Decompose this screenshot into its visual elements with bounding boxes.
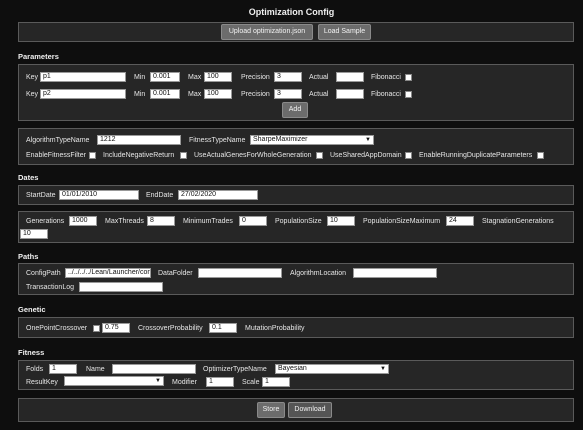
enable-running-duplicate-label: EnableRunningDuplicateParameters xyxy=(419,152,533,159)
optimizer-type-label: OptimizerTypeName xyxy=(203,366,267,373)
transaction-log-label: TransactionLog xyxy=(26,284,74,291)
max-threads-label: MaxThreads xyxy=(105,218,144,225)
use-shared-app-domain-label: UseSharedAppDomain xyxy=(330,152,402,159)
data-folder-label: DataFolder xyxy=(158,270,193,277)
key-label: Key xyxy=(26,91,39,98)
param-precision-input[interactable]: 3 xyxy=(274,72,302,82)
precision-label: Precision xyxy=(241,91,270,98)
start-date-label: StartDate xyxy=(26,192,56,199)
fitness-heading: Fitness xyxy=(18,348,45,357)
max-label: Max xyxy=(188,91,202,98)
param-max-input[interactable]: 100 xyxy=(204,72,232,82)
transaction-log-input[interactable] xyxy=(79,282,163,292)
algorithm-type-label: AlgorithmTypeName xyxy=(26,137,90,144)
fitness-type-value: SharpeMaximizer xyxy=(253,136,308,143)
folds-label: Folds xyxy=(26,366,44,373)
min-label: Min xyxy=(134,91,146,98)
scale-input[interactable]: 1 xyxy=(262,377,290,387)
download-button[interactable]: Download xyxy=(288,402,332,418)
mutation-probability-label: MutationProbability xyxy=(245,325,305,332)
end-date-label: EndDate xyxy=(146,192,174,199)
one-point-crossover-checkbox[interactable] xyxy=(93,325,100,332)
generations-input[interactable]: 1000 xyxy=(69,216,97,226)
population-size-label: PopulationSize xyxy=(275,218,322,225)
max-threads-input[interactable]: 8 xyxy=(147,216,175,226)
key-label: Key xyxy=(26,74,39,81)
use-actual-genes-checkbox[interactable] xyxy=(316,152,323,159)
end-date-input[interactable]: 27/02/2020 xyxy=(178,190,258,200)
data-folder-input[interactable] xyxy=(198,268,282,278)
paths-heading: Paths xyxy=(18,252,39,261)
generation-panel xyxy=(18,211,574,243)
param-precision-input[interactable]: 3 xyxy=(274,89,302,99)
minimum-trades-input[interactable]: 0 xyxy=(239,216,267,226)
actual-label: Actual xyxy=(309,91,329,98)
genetic-heading: Genetic xyxy=(18,305,46,314)
dates-heading: Dates xyxy=(18,173,39,182)
scale-label: Scale xyxy=(242,379,260,386)
actual-label: Actual xyxy=(309,74,329,81)
optimizer-type-select[interactable]: Bayesian ▼ xyxy=(275,364,389,374)
use-shared-app-domain-checkbox[interactable] xyxy=(405,152,412,159)
algorithm-location-input[interactable] xyxy=(353,268,437,278)
population-size-max-input[interactable]: 24 xyxy=(446,216,474,226)
fibonacci-checkbox[interactable] xyxy=(405,91,412,98)
fitness-type-select[interactable]: SharpeMaximizer ▼ xyxy=(250,135,374,145)
enable-fitness-filter-checkbox[interactable] xyxy=(89,152,96,159)
add-parameter-button[interactable]: Add xyxy=(282,102,308,118)
store-button[interactable]: Store xyxy=(257,402,285,418)
crossover-probability-input[interactable]: 0.75 xyxy=(102,323,130,333)
config-path-input[interactable]: ../../../../Lean/Launcher/config.json xyxy=(65,268,151,278)
param-actual-input[interactable] xyxy=(336,72,364,82)
chevron-down-icon: ▼ xyxy=(365,137,371,143)
use-actual-genes-label: UseActualGenesForWholeGeneration xyxy=(194,152,312,159)
optimizer-type-value: Bayesian xyxy=(278,365,307,372)
stagnation-generations-label: StagnationGenerations xyxy=(482,218,554,225)
enable-fitness-filter-label: EnableFitnessFilter xyxy=(26,152,86,159)
page-title: Optimization Config xyxy=(248,7,335,17)
name-label: Name xyxy=(86,366,105,373)
param-actual-input[interactable] xyxy=(336,89,364,99)
algorithm-type-input[interactable]: 1212 xyxy=(97,135,181,145)
one-point-crossover-label: OnePointCrossover xyxy=(26,325,88,332)
algorithm-panel xyxy=(18,128,574,165)
upload-button[interactable]: Upload optimization.json xyxy=(221,24,313,40)
fibonacci-label: Fibonacci xyxy=(371,74,401,81)
result-key-select[interactable]: ▼ xyxy=(64,376,164,386)
fibonacci-checkbox[interactable] xyxy=(405,74,412,81)
minimum-trades-label: MinimumTrades xyxy=(183,218,233,225)
config-path-label: ConfigPath xyxy=(26,270,61,277)
modifier-input[interactable]: 1 xyxy=(206,377,234,387)
name-input[interactable] xyxy=(112,364,196,374)
param-min-input[interactable]: 0.001 xyxy=(150,89,180,99)
crossover-probability-label: CrossoverProbability xyxy=(138,325,203,332)
chevron-down-icon: ▼ xyxy=(155,378,161,384)
generations-label: Generations xyxy=(26,218,65,225)
folds-input[interactable]: 1 xyxy=(49,364,77,374)
result-key-label: ResultKey xyxy=(26,379,58,386)
include-negative-return-label: IncludeNegativeReturn xyxy=(103,152,175,159)
load-sample-button[interactable]: Load Sample xyxy=(318,24,371,40)
population-size-max-label: PopulationSizeMaximum xyxy=(363,218,441,225)
modifier-label: Modifier xyxy=(172,379,197,386)
stagnation-generations-input[interactable]: 10 xyxy=(20,229,48,239)
fibonacci-label: Fibonacci xyxy=(371,91,401,98)
algorithm-location-label: AlgorithmLocation xyxy=(290,270,347,277)
chevron-down-icon: ▼ xyxy=(380,366,386,372)
param-key-input[interactable]: p2 xyxy=(40,89,126,99)
include-negative-return-checkbox[interactable] xyxy=(180,152,187,159)
population-size-input[interactable]: 10 xyxy=(327,216,355,226)
mutation-probability-input[interactable]: 0.1 xyxy=(209,323,237,333)
param-min-input[interactable]: 0.001 xyxy=(150,72,180,82)
precision-label: Precision xyxy=(241,74,270,81)
enable-running-duplicate-checkbox[interactable] xyxy=(537,152,544,159)
max-label: Max xyxy=(188,74,202,81)
param-max-input[interactable]: 100 xyxy=(204,89,232,99)
param-key-input[interactable]: p1 xyxy=(40,72,126,82)
fitness-type-label: FitnessTypeName xyxy=(189,137,246,144)
parameters-heading: Parameters xyxy=(18,52,59,61)
min-label: Min xyxy=(134,74,146,81)
start-date-input[interactable]: 01/01/2010 xyxy=(59,190,139,200)
